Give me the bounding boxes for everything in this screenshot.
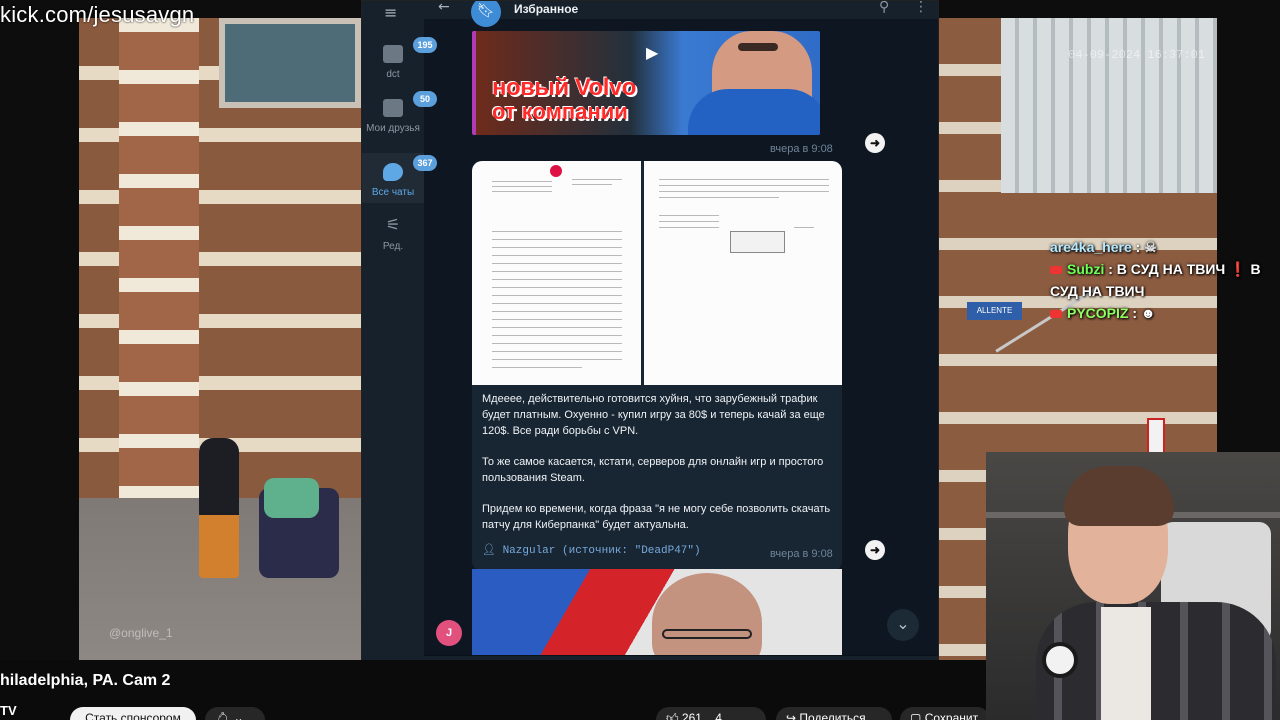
save-icon: ▢ bbox=[910, 711, 922, 720]
camera-timestamp: 04-09-2024 16:37:01 bbox=[1068, 48, 1205, 62]
share-button[interactable]: ↪ Поделиться bbox=[776, 707, 892, 720]
message-feed[interactable]: ▶ новый Volvo от компании вчера в 9:08 ➜ bbox=[424, 19, 938, 655]
document-image[interactable] bbox=[644, 161, 842, 385]
folder-label: Все чаты bbox=[371, 187, 415, 198]
video-preview[interactable]: ▶ новый Volvo от компании bbox=[472, 31, 820, 135]
streamer-hair bbox=[1064, 466, 1174, 526]
document-image[interactable] bbox=[472, 161, 641, 385]
folder-dct[interactable]: 195 dct bbox=[362, 37, 437, 91]
chat-message: are4ka_here : ☠ bbox=[1050, 239, 1157, 255]
source-label: Nazgular (источник: "DeadP47") bbox=[502, 545, 701, 557]
bags bbox=[264, 478, 319, 518]
play-icon[interactable]: ▶ bbox=[646, 43, 658, 62]
chat-username: PYCOPIZ bbox=[1067, 305, 1129, 321]
image-person bbox=[652, 573, 762, 655]
storefront-window bbox=[219, 18, 361, 108]
scroll-down-button[interactable]: ⌄ bbox=[887, 609, 919, 641]
share-label: Поделиться bbox=[799, 711, 866, 720]
message-paragraph: Придем ко времени, когда фраза "я не мог… bbox=[482, 503, 831, 531]
stream-category: TV bbox=[0, 703, 17, 718]
save-label: Сохранит bbox=[924, 711, 979, 720]
image-glasses bbox=[662, 629, 752, 639]
thumbnail-mustache bbox=[738, 43, 778, 51]
notifications-button[interactable]: 🔔︎ ⌄ bbox=[205, 707, 265, 720]
folder-icon: 50 bbox=[383, 91, 437, 117]
bell-icon: 🔔︎ ⌄ bbox=[215, 711, 244, 720]
chat-username: Subzi bbox=[1067, 261, 1105, 277]
chat-username: are4ka_here bbox=[1050, 239, 1132, 255]
subscribe-button[interactable]: Стать спонсором bbox=[70, 707, 196, 720]
image-preview[interactable] bbox=[472, 569, 842, 655]
store-sign: ALLENTE bbox=[967, 302, 1022, 320]
folder-all-chats[interactable]: 367 Все чаты bbox=[362, 153, 437, 203]
thumbnail-shirt bbox=[688, 89, 820, 135]
white-tshirt bbox=[1101, 607, 1151, 720]
brick-column bbox=[119, 18, 199, 518]
chat-header: ← 🔖︎ Избранное ⚲ ⋮ bbox=[424, 1, 938, 27]
user-badge-icon bbox=[1050, 266, 1062, 275]
exclamation-emote-icon: ❗ bbox=[1229, 261, 1247, 277]
forward-icon[interactable]: ➜ bbox=[865, 133, 885, 153]
metal-awning bbox=[1001, 18, 1217, 193]
streamer-webcam bbox=[986, 452, 1280, 720]
microphone-icon bbox=[1042, 642, 1078, 678]
hamburger-menu-icon[interactable]: ≡ bbox=[384, 3, 397, 22]
message-time: вчера в 9:08 bbox=[770, 143, 833, 155]
sliders-icon: ⚟ bbox=[385, 217, 401, 234]
message-time: вчера в 9:08 bbox=[770, 548, 833, 560]
stream-url-overlay: kick.com/jesusavgn bbox=[0, 2, 195, 27]
emote-icon: ☻ bbox=[1140, 305, 1156, 321]
message-paragraph: Мдееее, действительно готовится хуйня, ч… bbox=[482, 393, 825, 437]
message-text: Мдееее, действительно готовится хуйня, ч… bbox=[482, 391, 832, 548]
forward-source[interactable]: 👤︎ Nazgular (источник: "DeadP47") bbox=[482, 543, 701, 557]
message-bubble[interactable]: Мдееее, действительно готовится хуйня, ч… bbox=[472, 161, 842, 571]
emblem-icon bbox=[550, 165, 562, 177]
chat-title: Избранное bbox=[514, 2, 579, 16]
chat-message: Subzi : В СУД НА ТВИЧ ❗ В СУД НА ТВИЧ bbox=[1050, 261, 1261, 299]
video-watermark: @onglive_1 bbox=[109, 626, 173, 640]
like-button[interactable]: 👍︎ 261 4 bbox=[656, 707, 766, 720]
folder-label: Ред. bbox=[382, 241, 404, 252]
avatar[interactable]: J bbox=[436, 620, 462, 646]
share-icon: ↪ bbox=[786, 711, 797, 720]
folder-sidebar: ≡ 195 dct 50 Мои друзья 367 Все чаты ⚟ Р… bbox=[362, 1, 437, 691]
chevron-down-icon: ⌄ bbox=[896, 614, 910, 633]
thumbnail-caption: новый Volvo bbox=[492, 74, 636, 101]
stream-title: hiladelphia, PA. Cam 2 bbox=[0, 672, 171, 689]
save-button[interactable]: ▢ Сохранит bbox=[900, 707, 990, 720]
folder-icon: 195 bbox=[383, 37, 437, 63]
folder-my-friends[interactable]: 50 Мои друзья bbox=[362, 91, 437, 151]
like-count: 261 bbox=[681, 711, 702, 720]
folder-edit[interactable]: ⚟ Ред. bbox=[362, 213, 424, 255]
dislike-count: 4 bbox=[715, 711, 722, 720]
forward-icon[interactable]: ➜ bbox=[865, 540, 885, 560]
signature-stamp bbox=[730, 231, 785, 253]
search-icon[interactable]: ⚲ bbox=[879, 1, 889, 15]
stream-chat-overlay: are4ka_here : ☠ Subzi : В СУД НА ТВИЧ ❗ … bbox=[1050, 236, 1280, 324]
more-options-icon[interactable]: ⋮ bbox=[914, 1, 928, 15]
chats-icon: 367 bbox=[383, 155, 437, 181]
chat-message: PYCOPIZ : ☻ bbox=[1050, 302, 1280, 324]
skull-emote-icon: ☠ bbox=[1144, 239, 1157, 255]
stream-frame: kick.com/jesusavgn @onglive_1 04-09-2024… bbox=[0, 0, 1280, 720]
message-paragraph: То же самое касается, кстати, серверов д… bbox=[482, 456, 824, 484]
user-icon: 👤︎ bbox=[482, 545, 496, 557]
thumb-up-icon: 👍︎ bbox=[666, 711, 679, 720]
telegram-window: ≡ 195 dct 50 Мои друзья 367 Все чаты ⚟ Р… bbox=[361, 0, 939, 692]
thumbnail-caption: от компании bbox=[492, 99, 628, 124]
pedestrian bbox=[199, 438, 239, 578]
user-badge-icon bbox=[1050, 310, 1062, 319]
folder-label: Мои друзья bbox=[366, 123, 420, 134]
back-arrow-icon[interactable]: ← bbox=[438, 1, 450, 15]
folder-label: dct bbox=[386, 69, 400, 80]
chat-text: В СУД НА ТВИЧ bbox=[1116, 261, 1226, 277]
